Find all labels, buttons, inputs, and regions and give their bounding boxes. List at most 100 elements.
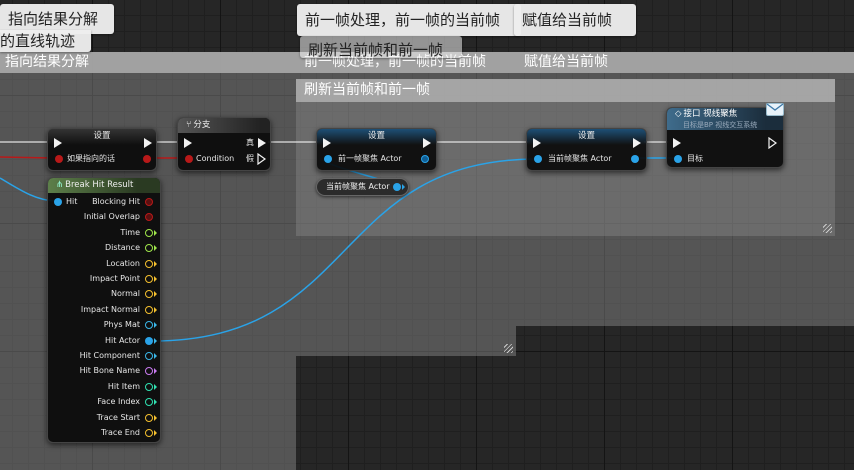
output-label: Normal [111,289,140,299]
bool-out-pin[interactable] [143,155,151,163]
pin-arrow-icon [154,414,157,421]
output-pin[interactable] [145,398,153,407]
output-label: Impact Normal [80,304,140,314]
output-pin[interactable] [145,305,153,314]
output-pin[interactable] [145,429,153,437]
interface-icon: ◇ [675,109,682,119]
var-label: 前一帧聚焦 Actor [338,154,402,163]
comment-bubble-refresh[interactable]: 刷新当前帧和前一帧 [300,36,462,59]
output-pin[interactable] [145,336,153,345]
exec-in-pin[interactable] [54,138,62,148]
bubble-text: 赋值给当前帧 [522,11,613,29]
node-title: 设置 [527,129,646,145]
pin-arrow-icon [402,184,405,190]
comment-bubble-prev-frame[interactable]: 前一帧处理，前一帧的当前帧 [297,4,521,36]
false-label: 假 [246,154,254,163]
set-current-actor-node[interactable]: 设置 当前帧聚焦 Actor [526,128,647,171]
exec-out-pin[interactable] [768,137,778,149]
pin-arrow-icon [154,306,157,313]
struct-icon: ⋔ [56,180,64,190]
resize-grip[interactable] [504,344,513,353]
output-pin[interactable] [145,290,153,299]
exec-in-pin[interactable] [323,138,331,148]
target-pin[interactable] [674,155,682,163]
interface-subtitle: 目标是BP 视线交互系统 [683,121,758,129]
output-pin[interactable] [145,352,153,360]
actor-out-pin[interactable] [631,155,639,163]
message-envelope-icon [766,103,784,116]
exec-in-pin[interactable] [533,138,541,148]
exec-in-pin[interactable] [184,138,192,148]
pin-arrow-icon [154,399,157,406]
output-label: Hit Component [79,351,140,360]
pin-arrow-icon [154,260,157,267]
pin-arrow-icon [154,430,157,436]
output-pin[interactable] [145,382,153,391]
output-label: Impact Point [89,274,140,283]
break-hit-title: Break Hit Result [65,180,134,190]
bubble-text: 刷新当前帧和前一帧 [308,41,444,59]
actor-out-pin[interactable] [421,155,429,163]
blueprint-graph-canvas[interactable]: 指向结果分解 前一帧处理，前一帧的当前帧 赋值给当前帧 刷新当前帧和前一帧 设置 [0,0,854,470]
exec-out-pin[interactable] [144,138,152,148]
bool-in-pin[interactable] [55,155,63,163]
output-label: Hit Item [107,381,140,391]
branch-node[interactable]: ⑂ 分支 Condition 真 假 [177,117,271,171]
target-label: 目标 [687,154,703,163]
output-label: Location [106,258,140,268]
output-pin[interactable] [145,259,153,268]
output-label: Hit Actor [105,335,140,345]
bubble-text: 的直线轨迹 [0,32,76,50]
node-title: 设置 [317,129,436,145]
output-label: Hit Bone Name [79,366,140,376]
break-hit-result-node[interactable]: ⋔ Break Hit Result Hit Blocking Hit Initia… [47,177,161,443]
output-pin[interactable] [145,198,153,206]
output-pin[interactable] [145,213,153,222]
actor-in-pin[interactable] [534,155,542,163]
output-label: Time [120,227,140,237]
branch-icon: ⑂ [186,120,192,130]
bubble-text: 前一帧处理，前一帧的当前帧 [305,11,501,29]
comment-bubble-hit-break-line2[interactable]: 的直线轨迹 [0,30,91,52]
true-exec-pin[interactable] [258,138,266,148]
set-prev-actor-node[interactable]: 设置 前一帧聚焦 Actor [316,128,437,171]
node-title: 设置 [48,129,156,145]
comment-header[interactable]: 刷新当前帧和前一帧 [296,79,835,102]
comment-header[interactable]: 指向结果分解 [0,52,296,73]
output-label: Trace Start [96,412,140,422]
pin-arrow-icon [154,368,157,375]
comment-bubble-assign[interactable]: 赋值给当前帧 [514,4,636,36]
output-pin[interactable] [145,413,153,422]
output-pin[interactable] [145,367,153,376]
condition-label: Condition [196,154,235,163]
exec-out-pin[interactable] [423,138,431,148]
output-pin[interactable] [145,321,153,330]
resize-grip[interactable] [823,224,832,233]
exec-out-pin[interactable] [633,138,641,148]
var-label: 当前帧聚焦 Actor [548,154,612,163]
pin-arrow-icon [154,291,157,298]
actor-out-pin[interactable] [393,183,401,191]
actor-in-pin[interactable] [324,155,332,163]
output-label: Trace End [101,428,140,437]
false-exec-outline [257,153,267,165]
pin-arrow-icon [154,383,157,390]
output-label: Initial Overlap [83,212,140,222]
hit-input-pin[interactable] [54,198,62,206]
pin-arrow-icon [154,245,157,252]
comment-header[interactable]: 赋值给当前帧 [516,52,854,73]
output-pin[interactable] [145,228,153,237]
output-pin[interactable] [145,244,153,253]
output-pin[interactable] [145,275,153,283]
pin-arrow-icon [154,229,157,236]
exec-in-pin[interactable] [673,138,681,148]
condition-pin[interactable] [185,155,193,163]
output-label: Phys Mat [103,320,140,330]
bubble-text: 指向结果分解 [8,10,99,28]
get-current-actor-node[interactable]: 当前帧聚焦 Actor [316,178,409,196]
pin-arrow-icon [154,322,157,329]
output-label: Face Index [97,397,140,407]
set-bool-node[interactable]: 设置 如果指向的话 [47,128,157,171]
node-title: ⋔ Break Hit Result [48,178,160,193]
interface-call-node[interactable]: ◇ 接口 视线聚焦 目标是BP 视线交互系统 目标 [666,103,784,168]
